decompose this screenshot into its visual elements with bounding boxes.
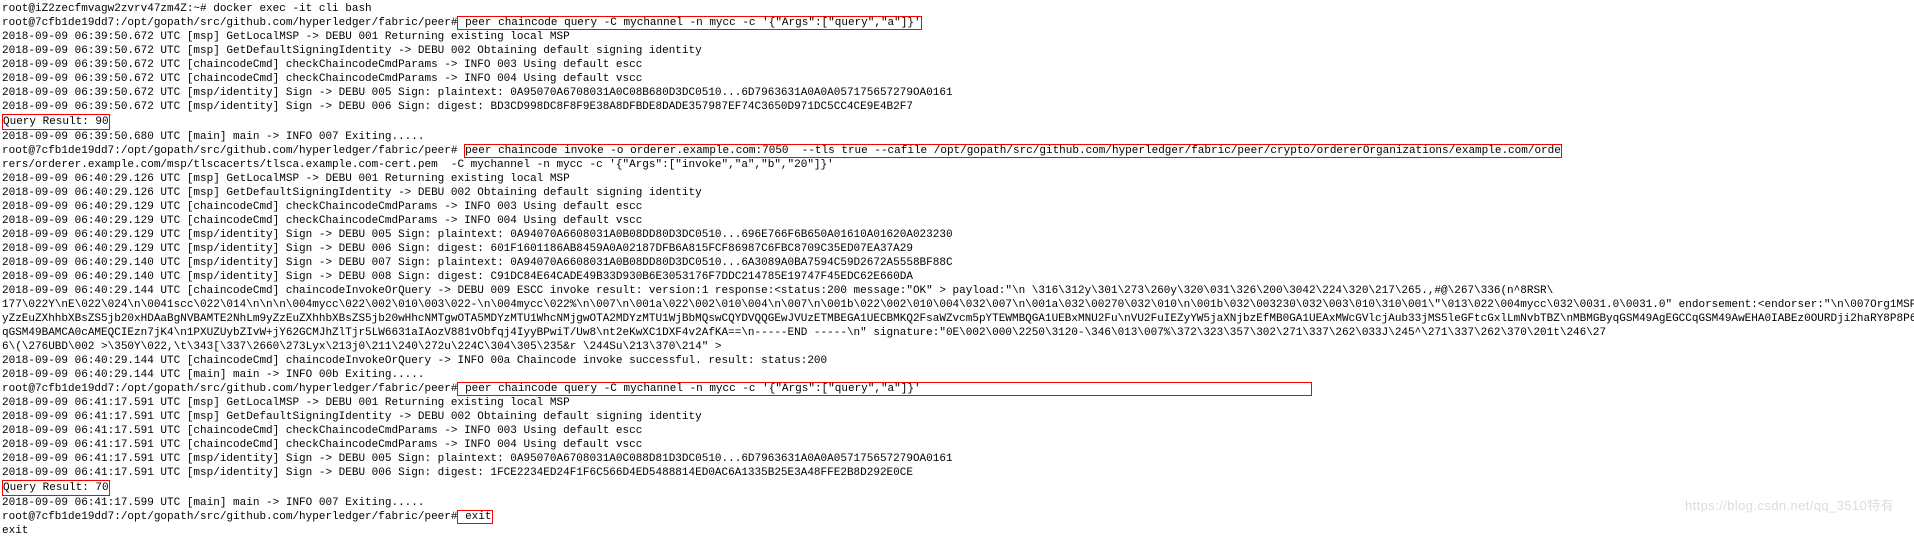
log-line: 2018-09-09 06:41:17.591 UTC [msp] GetLoc… — [2, 396, 1914, 410]
log-line: 2018-09-09 06:40:29.129 UTC [chaincodeCm… — [2, 214, 1914, 228]
shell-prompt-host[interactable]: root@iZ2zecfmvagw2zvrv47zm4Z:~# docker e… — [2, 2, 1914, 16]
log-line: 2018-09-09 06:40:29.129 UTC [msp/identit… — [2, 228, 1914, 242]
log-line: 2018-09-09 06:40:29.144 UTC [chaincodeCm… — [2, 284, 1914, 298]
cmd-exit: exit — [457, 510, 492, 524]
log-line: 2018-09-09 06:39:50.672 UTC [msp] GetLoc… — [2, 30, 1914, 44]
log-line: 2018-09-09 06:39:50.672 UTC [chaincodeCm… — [2, 58, 1914, 72]
log-line: 2018-09-09 06:40:29.129 UTC [msp/identit… — [2, 242, 1914, 256]
log-line: 177\022Y\nE\022\024\n\0041scc\022\014\n\… — [2, 298, 1914, 312]
log-line: 2018-09-09 06:41:17.591 UTC [msp/identit… — [2, 452, 1914, 466]
watermark: https://blog.csdn.net/qq_3510特有 — [1685, 499, 1894, 513]
log-line: 2018-09-09 06:41:17.591 UTC [msp/identit… — [2, 466, 1914, 480]
shell-prompt-peer-invoke[interactable]: root@7cfb1de19dd7:/opt/gopath/src/github… — [2, 144, 1914, 158]
log-line: 2018-09-09 06:40:29.129 UTC [chaincodeCm… — [2, 200, 1914, 214]
log-line: 2018-09-09 06:39:50.672 UTC [chaincodeCm… — [2, 72, 1914, 86]
cmd-chaincode-invoke: peer chaincode invoke -o orderer.example… — [464, 144, 1562, 158]
log-line: 2018-09-09 06:39:50.672 UTC [msp/identit… — [2, 86, 1914, 100]
log-line: 2018-09-09 06:40:29.144 UTC [chaincodeCm… — [2, 354, 1914, 368]
shell-prompt-peer-query1[interactable]: root@7cfb1de19dd7:/opt/gopath/src/github… — [2, 16, 1914, 30]
log-line: 2018-09-09 06:39:50.680 UTC [main] main … — [2, 130, 1914, 144]
log-line: 2018-09-09 06:39:50.672 UTC [msp] GetDef… — [2, 44, 1914, 58]
log-line: 2018-09-09 06:41:17.599 UTC [main] main … — [2, 496, 1914, 510]
log-line: qGSM49BAMCA0cAMEQCIEzn7jK4\n1PXUZUybZIvW… — [2, 326, 1914, 340]
log-line: 2018-09-09 06:41:17.591 UTC [msp] GetDef… — [2, 410, 1914, 424]
terminal-output: root@iZ2zecfmvagw2zvrv47zm4Z:~# docker e… — [2, 2, 1914, 538]
query-result-2: Query Result: 70 — [2, 480, 1914, 496]
log-line: 2018-09-09 06:41:17.591 UTC [chaincodeCm… — [2, 438, 1914, 452]
log-line: 2018-09-09 06:40:29.126 UTC [msp] GetLoc… — [2, 172, 1914, 186]
log-line: rers/orderer.example.com/msp/tlscacerts/… — [2, 158, 1914, 172]
log-line: 2018-09-09 06:40:29.140 UTC [msp/identit… — [2, 256, 1914, 270]
cmd-docker-exec: docker exec -it cli bash — [213, 3, 371, 15]
cmd-chaincode-query-1: peer chaincode query -C mychannel -n myc… — [457, 16, 921, 30]
log-line: 2018-09-09 06:40:29.126 UTC [msp] GetDef… — [2, 186, 1914, 200]
log-line: 2018-09-09 06:40:29.140 UTC [msp/identit… — [2, 270, 1914, 284]
log-line: yZzEuZXhhbXBsZS5jb20xHDAaBgNVBAMTE2NhLm9… — [2, 312, 1914, 326]
cmd-chaincode-query-2: peer chaincode query -C mychannel -n myc… — [457, 382, 1311, 396]
log-line: 2018-09-09 06:40:29.144 UTC [main] main … — [2, 368, 1914, 382]
shell-prompt-peer-exit[interactable]: root@7cfb1de19dd7:/opt/gopath/src/github… — [2, 510, 1914, 524]
log-line: 2018-09-09 06:41:17.591 UTC [chaincodeCm… — [2, 424, 1914, 438]
log-line: 6\(\276UBD\002 >\350Y\022,\t\343[\337\26… — [2, 340, 1914, 354]
log-line: 2018-09-09 06:39:50.672 UTC [msp/identit… — [2, 100, 1914, 114]
exit-echo: exit — [2, 524, 1914, 538]
query-result-1: Query Result: 90 — [2, 114, 1914, 130]
shell-prompt-peer-query2[interactable]: root@7cfb1de19dd7:/opt/gopath/src/github… — [2, 382, 1914, 396]
